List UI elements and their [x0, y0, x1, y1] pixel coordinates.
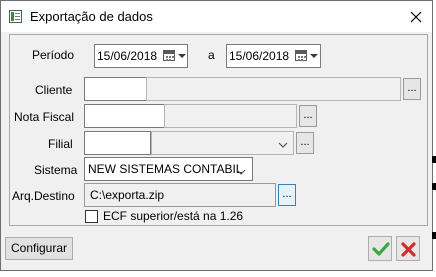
nota-fiscal-label: Nota Fiscal [14, 110, 75, 124]
filter-panel: Período 15/06/2018 a 15/06/2018 Cliente … [9, 34, 428, 226]
chevron-down-icon[interactable] [178, 54, 186, 58]
periodo-label: Período [32, 48, 75, 62]
calendar-icon[interactable] [163, 50, 175, 61]
configurar-button[interactable]: Configurar [5, 237, 73, 260]
chevron-down-icon[interactable] [310, 54, 318, 58]
close-icon[interactable] [405, 6, 427, 28]
background-mark [432, 183, 436, 190]
chevron-down-icon[interactable] [278, 138, 288, 152]
filial-label: Filial [48, 137, 73, 151]
nota-fiscal-code-input[interactable] [84, 104, 165, 128]
date-from-value: 15/06/2018 [97, 49, 158, 63]
arq-destino-browse-button[interactable]: ... [278, 184, 296, 206]
nota-fiscal-name-field [164, 104, 297, 128]
arq-destino-value: C:\exporta.zip [90, 188, 165, 202]
cancel-button[interactable] [396, 236, 420, 261]
confirm-button[interactable] [368, 236, 392, 261]
cliente-name-field [146, 77, 401, 101]
window-title: Exportação de dados [30, 9, 153, 24]
calendar-icon[interactable] [295, 50, 307, 61]
x-icon [401, 242, 416, 260]
date-to-picker[interactable]: 15/06/2018 [226, 44, 321, 68]
title-bar: Exportação de dados [1, 1, 432, 32]
cliente-label: Cliente [35, 83, 73, 97]
date-to-value: 15/06/2018 [229, 49, 290, 63]
nota-fiscal-search-button[interactable]: ... [299, 105, 317, 127]
date-separator: a [208, 48, 215, 62]
app-icon [9, 10, 22, 23]
sistema-value: NEW SISTEMAS CONTABIL [88, 162, 243, 176]
checkmark-icon [372, 241, 390, 260]
arq-destino-label: Arq.Destino [12, 189, 75, 203]
chevron-down-icon[interactable] [236, 165, 246, 179]
filial-select[interactable] [151, 131, 294, 155]
ecf-label: ECF superior/está na 1.26 [103, 209, 244, 223]
sistema-select[interactable]: NEW SISTEMAS CONTABIL [84, 157, 253, 181]
export-dialog: Exportação de dados Período 15/06/2018 a… [0, 0, 433, 271]
ecf-checkbox[interactable] [85, 210, 98, 223]
date-from-picker[interactable]: 15/06/2018 [94, 44, 188, 68]
cliente-search-button[interactable]: ... [403, 78, 421, 100]
background-mark [432, 232, 436, 239]
filial-code-input[interactable] [84, 131, 151, 155]
background-mark [432, 156, 436, 163]
arq-destino-field[interactable]: C:\exporta.zip [84, 183, 276, 207]
cliente-code-input[interactable] [84, 77, 147, 101]
filial-search-button[interactable]: ... [296, 132, 314, 154]
sistema-label: Sistema [34, 163, 78, 177]
